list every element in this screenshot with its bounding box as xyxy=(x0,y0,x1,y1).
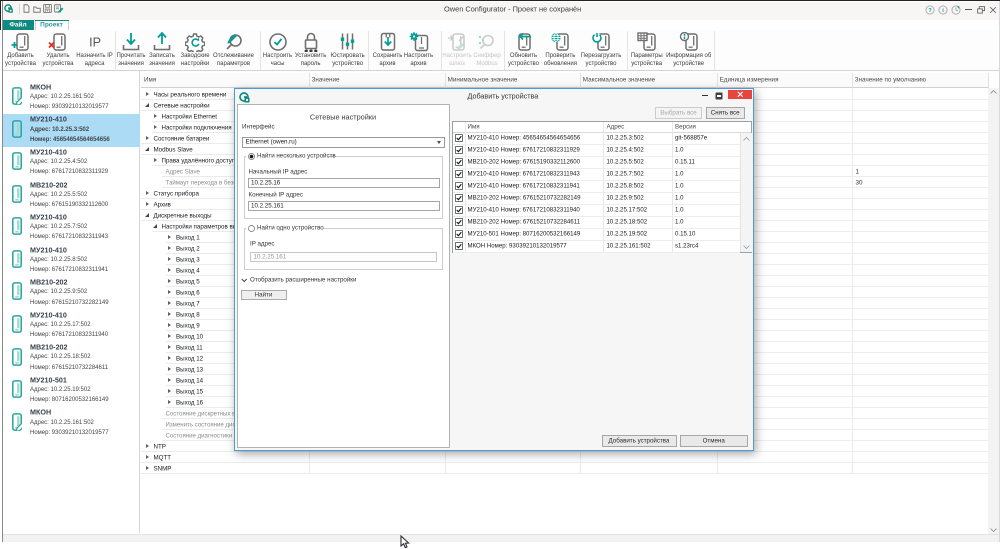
svg-text:IP: IP xyxy=(89,36,101,50)
svg-text:?: ? xyxy=(928,8,932,14)
svg-text:i: i xyxy=(942,8,944,14)
